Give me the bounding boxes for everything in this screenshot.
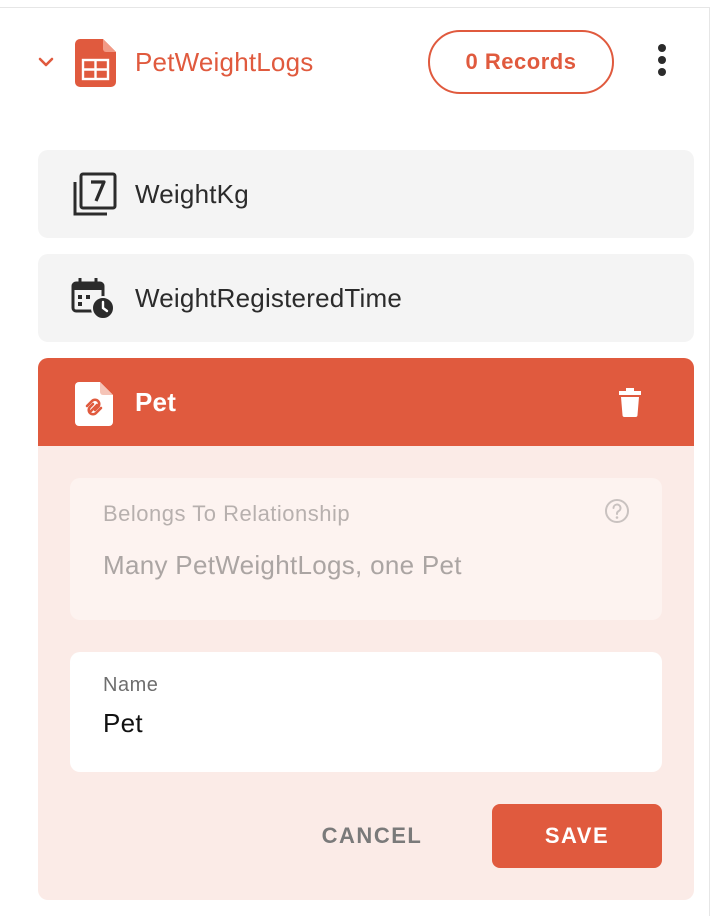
name-field-caption: Name (103, 674, 159, 696)
calendar-clock-icon (71, 276, 117, 322)
table-file-icon (75, 39, 116, 87)
name-input[interactable] (103, 706, 623, 740)
relationship-type-caption: Belongs To Relationship (103, 501, 351, 526)
kebab-menu-icon[interactable] (652, 44, 672, 80)
number-field-icon (71, 172, 117, 218)
field-label: WeightKg (135, 179, 249, 209)
data-model-panel: PetWeightLogs 0 Records WeightKg WeightR… (0, 0, 710, 916)
cancel-button[interactable]: CANCEL (292, 804, 452, 868)
relationship-header-pet[interactable]: Pet (38, 358, 694, 446)
chevron-down-icon[interactable] (37, 53, 55, 71)
relationship-editor-panel: Pet Belongs To Relationship Many PetWeig… (38, 358, 694, 900)
trash-icon[interactable] (617, 387, 643, 417)
name-field[interactable]: Name (70, 652, 662, 772)
field-label: WeightRegisteredTime (135, 283, 402, 313)
relationship-type-value: Many PetWeightLogs, one Pet (103, 550, 462, 580)
field-row-weightregisteredtime[interactable]: WeightRegisteredTime (38, 254, 694, 342)
table-title[interactable]: PetWeightLogs (135, 46, 313, 78)
linked-file-icon (75, 382, 113, 426)
top-divider (0, 7, 710, 8)
save-button[interactable]: SAVE (492, 804, 662, 868)
relationship-type-field: Belongs To Relationship Many PetWeightLo… (70, 478, 662, 620)
help-circle-icon[interactable] (604, 498, 630, 524)
relationship-name-label: Pet (135, 387, 177, 417)
field-row-weightkg[interactable]: WeightKg (38, 150, 694, 238)
records-count-button[interactable]: 0 Records (428, 30, 614, 94)
